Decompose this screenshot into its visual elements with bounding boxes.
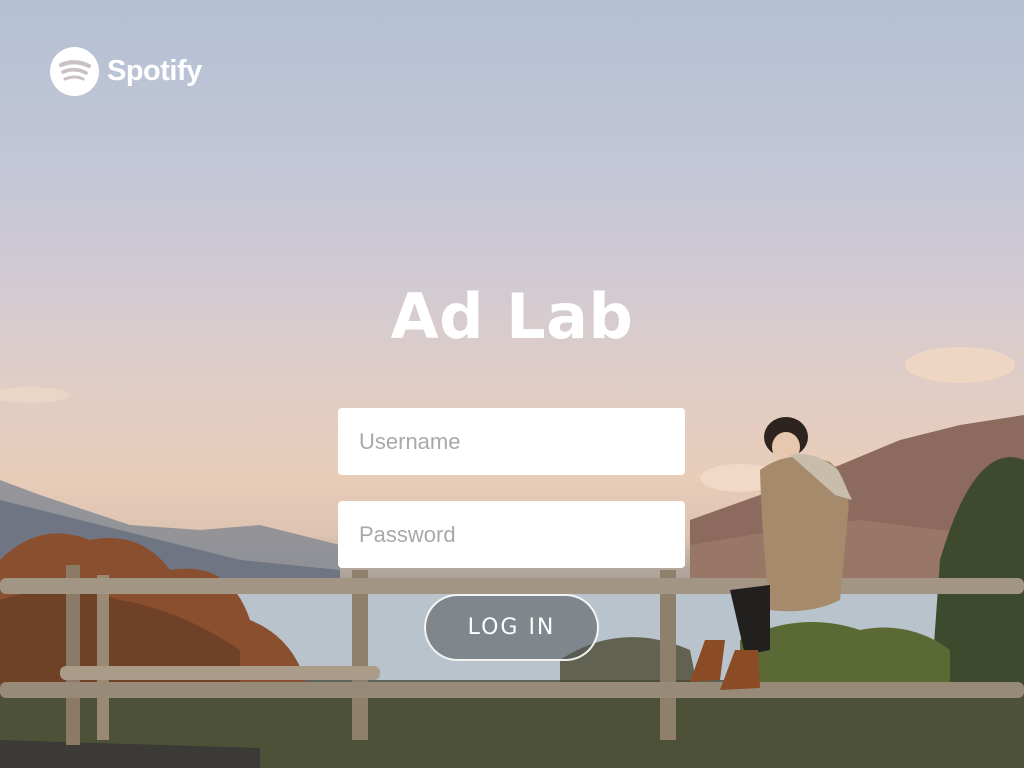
page-title: Ad Lab — [390, 280, 634, 353]
password-input[interactable] — [338, 501, 685, 568]
spotify-logo-icon — [50, 47, 99, 96]
login-button[interactable]: LOG IN — [424, 594, 599, 661]
login-page: Spotify Ad Lab LOG IN — [0, 0, 1024, 768]
brand-name: Spotify — [107, 55, 202, 87]
username-input[interactable] — [338, 408, 685, 475]
spotify-logo[interactable]: Spotify — [50, 47, 202, 96]
